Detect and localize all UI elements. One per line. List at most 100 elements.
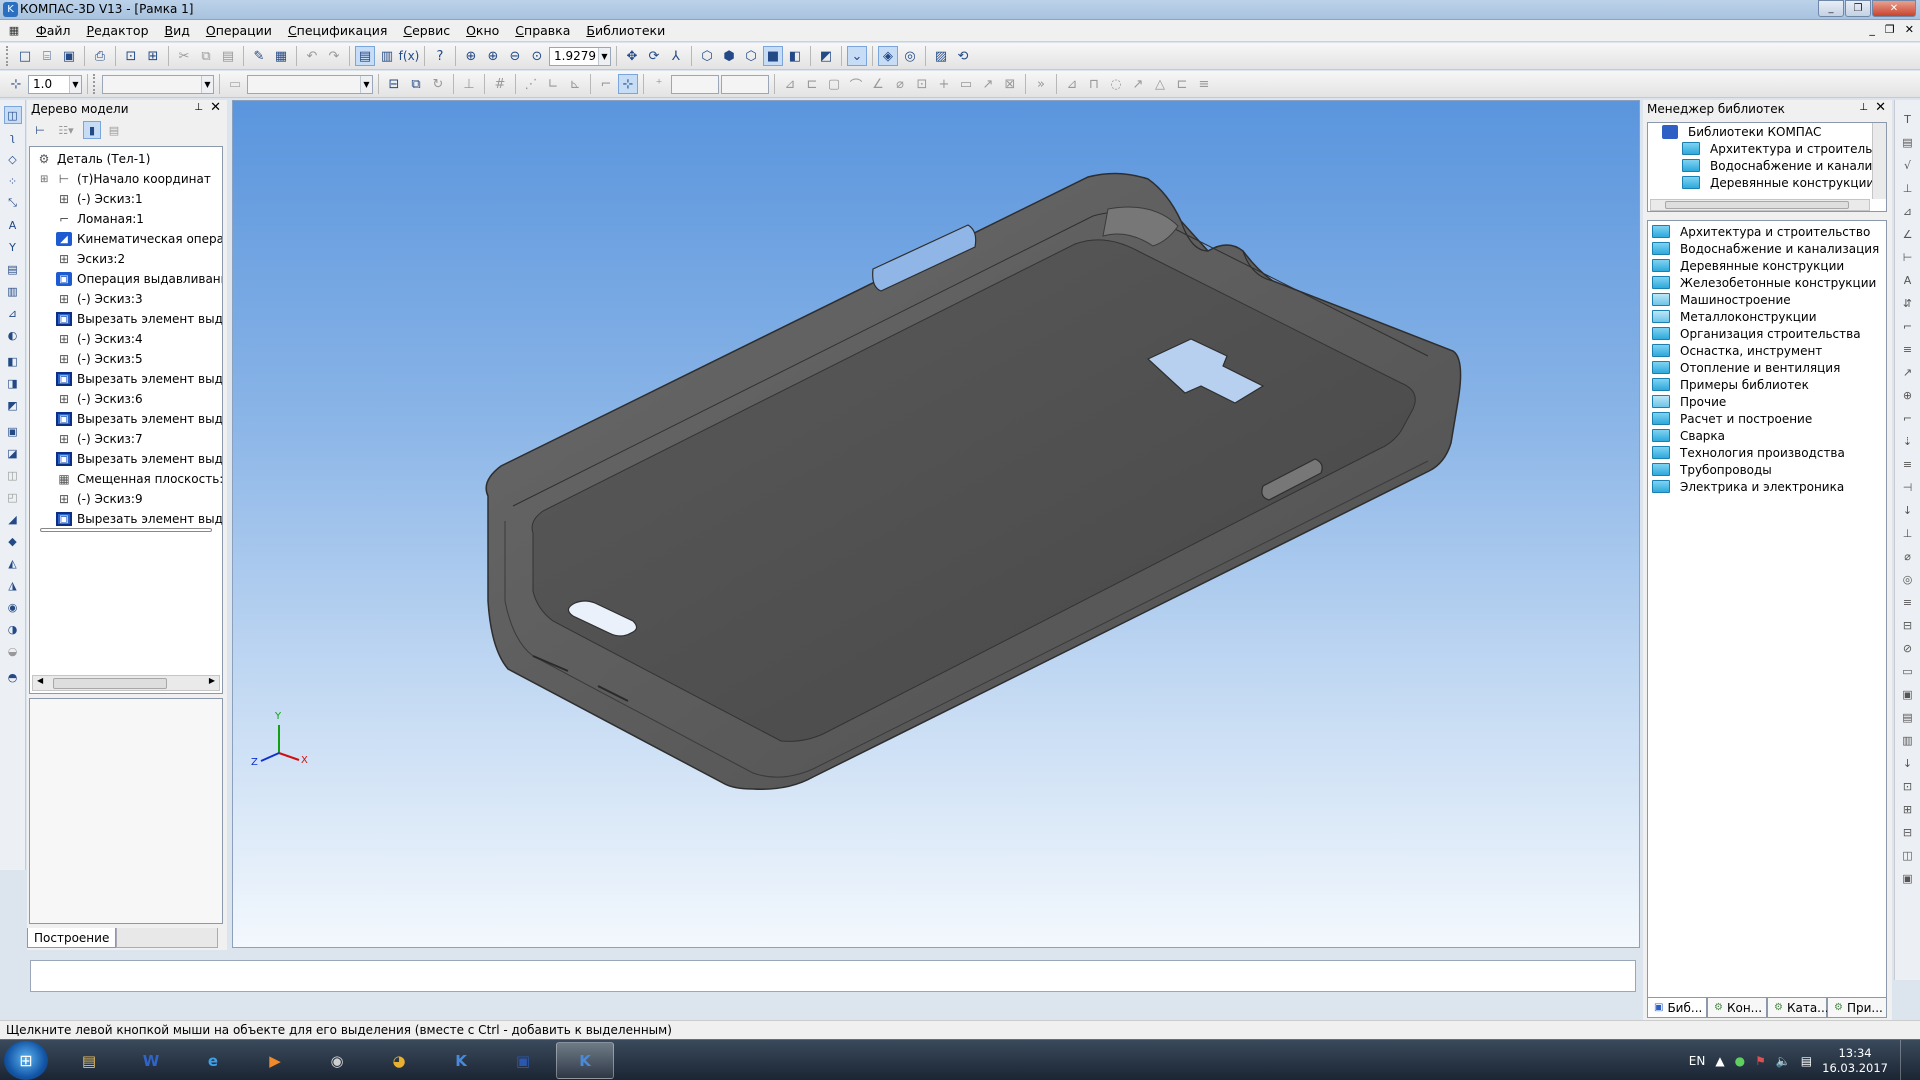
- mcs-icon[interactable]: ▨: [931, 46, 951, 66]
- phone-case-model[interactable]: [233, 101, 1640, 948]
- properties-bar[interactable]: [30, 960, 1636, 992]
- coord-x-field[interactable]: [671, 74, 719, 94]
- hidden-lines-icon[interactable]: ⬢: [719, 46, 739, 66]
- cut-tool-icon[interactable]: ▣: [4, 422, 22, 440]
- taskbar-ie-button[interactable]: e: [184, 1042, 242, 1079]
- taskbar-explorer-button[interactable]: ▤: [60, 1042, 118, 1079]
- right-tool-2-icon[interactable]: ▤: [1899, 133, 1917, 151]
- chevron-right-icon[interactable]: ▶: [209, 676, 215, 685]
- chevron-down-icon[interactable]: ▼: [598, 47, 610, 65]
- mirror-tool-icon[interactable]: ◑: [4, 620, 22, 638]
- libraries-icon[interactable]: ▥: [377, 46, 397, 66]
- geometry-tool-13-icon[interactable]: ⊿: [1062, 74, 1082, 94]
- tree-view-icon[interactable]: ▮: [83, 121, 101, 139]
- tree-item[interactable]: ⊞ Эскиз:2: [36, 249, 222, 269]
- perspective-icon[interactable]: ◩: [816, 46, 836, 66]
- taskbar-word-button[interactable]: W: [122, 1042, 180, 1079]
- library-tab[interactable]: ⚙ При...: [1827, 998, 1887, 1018]
- redo-icon[interactable]: ↷: [324, 46, 344, 66]
- clock[interactable]: 13:34 16.03.2017: [1822, 1046, 1888, 1076]
- right-tool-4-icon[interactable]: ⊥: [1899, 179, 1917, 197]
- chevron-down-icon[interactable]: ▼: [201, 75, 213, 93]
- paste-icon[interactable]: ▤: [218, 46, 238, 66]
- ortho-mode-icon[interactable]: ⊾: [565, 74, 585, 94]
- tree-structure-icon[interactable]: ⊢: [31, 121, 49, 139]
- right-tool-21-icon[interactable]: ◎: [1899, 570, 1917, 588]
- rotate-view-icon[interactable]: ↻: [428, 74, 448, 94]
- snaps-icon[interactable]: ⊹: [618, 74, 638, 94]
- library-item[interactable]: Металлоконструкции: [1648, 308, 1886, 325]
- shell-tool-icon[interactable]: ◭: [4, 554, 22, 572]
- flag-icon[interactable]: ⚑: [1755, 1054, 1766, 1068]
- snap-step-icon[interactable]: ⊹: [6, 74, 26, 94]
- layer-combo[interactable]: ▼: [102, 74, 214, 94]
- filters-icon[interactable]: Y: [4, 238, 22, 256]
- cut-rotate-tool-icon[interactable]: ◪: [4, 444, 22, 462]
- geometry-tool-10-icon[interactable]: ↗: [978, 74, 998, 94]
- library-item[interactable]: Прочие: [1648, 393, 1886, 410]
- open-folder-icon[interactable]: ⌸: [37, 46, 57, 66]
- expand-icon[interactable]: ⊞: [40, 174, 48, 185]
- geometry-tool-4-icon[interactable]: ⌒: [846, 74, 866, 94]
- properties-icon[interactable]: ✎: [249, 46, 269, 66]
- menu-view[interactable]: Вид: [157, 23, 198, 38]
- mdi-minimize-button[interactable]: _: [1869, 23, 1875, 36]
- toolbar-grip[interactable]: [93, 74, 97, 94]
- kinematic-tool-icon[interactable]: ◩: [4, 396, 22, 414]
- right-tool-34-icon[interactable]: ▣: [1899, 869, 1917, 887]
- library-item[interactable]: Технология производства: [1648, 444, 1886, 461]
- right-tool-30-icon[interactable]: ⊡: [1899, 777, 1917, 795]
- reports-icon[interactable]: ▥: [4, 282, 22, 300]
- style-combo[interactable]: ▼: [247, 74, 373, 94]
- show-desktop-button[interactable]: [1900, 1040, 1912, 1080]
- right-tool-13-icon[interactable]: ⊕: [1899, 386, 1917, 404]
- right-tool-32-icon[interactable]: ⊟: [1899, 823, 1917, 841]
- library-item[interactable]: Примеры библиотек: [1648, 376, 1886, 393]
- library-item[interactable]: Трубопроводы: [1648, 461, 1886, 478]
- rib-tool-icon[interactable]: ◮: [4, 576, 22, 594]
- taskbar-kompas-active-button[interactable]: K: [556, 1042, 614, 1079]
- language-indicator[interactable]: EN: [1689, 1054, 1706, 1068]
- tree-item[interactable]: ⊞ (-) Эскиз:9: [36, 489, 222, 509]
- geometry-tool-2-icon[interactable]: ⊏: [802, 74, 822, 94]
- geometry-tool-3-icon[interactable]: ▢: [824, 74, 844, 94]
- undo-icon[interactable]: ↶: [302, 46, 322, 66]
- maximize-button[interactable]: ❐: [1845, 0, 1871, 17]
- library-top-item[interactable]: Архитектура и строительств: [1648, 140, 1886, 157]
- tree-toggle-icon[interactable]: ▤: [355, 46, 375, 66]
- rebuild-icon[interactable]: ⟲: [953, 46, 973, 66]
- tree-item[interactable]: ⊞ (-) Эскиз:1: [36, 189, 222, 209]
- mdi-close-button[interactable]: ✕: [1905, 23, 1914, 36]
- menu-file[interactable]: Файл: [28, 23, 79, 38]
- right-tool-23-icon[interactable]: ⊟: [1899, 616, 1917, 634]
- tree-item[interactable]: ⊞ ⊢ (т)Начало координат: [36, 169, 222, 189]
- help-pointer-icon[interactable]: ?: [430, 46, 450, 66]
- right-tool-11-icon[interactable]: ≡: [1899, 340, 1917, 358]
- geometry-tool-14-icon[interactable]: ⊓: [1084, 74, 1104, 94]
- taskbar-chrome-button[interactable]: ◕: [370, 1042, 428, 1079]
- zoom-in-icon[interactable]: ⊕: [483, 46, 503, 66]
- geometry-tool-12-icon[interactable]: »: [1031, 74, 1051, 94]
- close-button[interactable]: ✕: [1872, 0, 1916, 17]
- toolbar-grip[interactable]: [6, 46, 10, 66]
- grid-icon[interactable]: #: [490, 74, 510, 94]
- right-tool-25-icon[interactable]: ▭: [1899, 662, 1917, 680]
- tree-item[interactable]: ◢ Кинематическая операци: [36, 229, 222, 249]
- pin-icon[interactable]: ⊥: [1859, 102, 1868, 113]
- action-center-icon[interactable]: ▤: [1801, 1054, 1812, 1068]
- geometry-tool-11-icon[interactable]: ⊠: [1000, 74, 1020, 94]
- tab-construction[interactable]: Построение: [27, 928, 117, 948]
- mdi-restore-button[interactable]: ❐: [1885, 23, 1895, 36]
- right-tool-26-icon[interactable]: ▣: [1899, 685, 1917, 703]
- menu-help[interactable]: Справка: [507, 23, 578, 38]
- tree-item[interactable]: ▣ Операция выдавливания: [36, 269, 222, 289]
- right-tool-31-icon[interactable]: ⊞: [1899, 800, 1917, 818]
- coord-y-field[interactable]: [721, 74, 769, 94]
- library-item[interactable]: Архитектура и строительство: [1648, 223, 1886, 240]
- right-tool-7-icon[interactable]: ⊢: [1899, 248, 1917, 266]
- menu-specification[interactable]: Спецификация: [280, 23, 395, 38]
- measure-tool-icon[interactable]: ⊿: [4, 304, 22, 322]
- right-tool-8-icon[interactable]: A: [1899, 271, 1917, 289]
- geometry-tool-15-icon[interactable]: ◌: [1106, 74, 1126, 94]
- preview-icon[interactable]: ⊡: [121, 46, 141, 66]
